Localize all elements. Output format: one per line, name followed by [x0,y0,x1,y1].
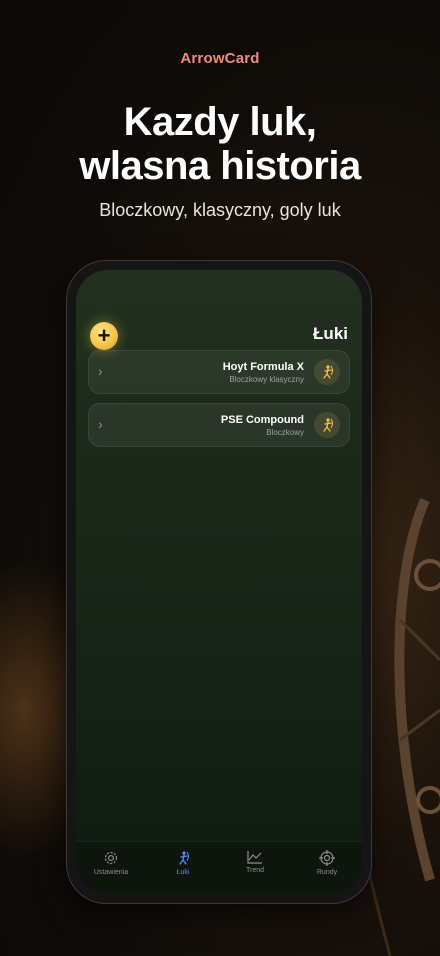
bow-list-item[interactable]: › PSE Compound Bloczkowy [88,403,350,447]
tab-trend[interactable]: Trend [225,850,285,874]
tab-luki[interactable]: Łuki [153,850,213,876]
bow-list-item[interactable]: › Hoyt Formula X Bloczkowy klasyczny [88,350,350,394]
tab-label: Ustawienia [93,869,129,876]
headline-line-2: wlasna historia [79,144,361,188]
phone-screen: + Łuki › Hoyt Formula X Bloczkowy klasyc… [76,270,362,894]
bow-type: Bloczkowy [266,428,304,437]
phone-frame: + Łuki › Hoyt Formula X Bloczkowy klasyc… [66,260,372,904]
screen-title: Łuki [313,324,348,343]
archer-icon [314,359,340,385]
target-icon [319,850,335,866]
archer-icon [179,851,189,865]
tab-bar: Ustawienia Łuki Trend Rundy [76,841,362,894]
add-bow-button[interactable]: + [90,322,118,350]
plus-icon: + [97,323,111,348]
chart-icon [247,851,262,864]
bow-name: PSE Compound [220,414,304,426]
tab-ustawienia[interactable]: Ustawienia [81,850,141,876]
gear-icon [104,851,118,865]
tab-label: Rundy [316,869,338,876]
chevron-right-icon: › [98,416,103,432]
archer-icon [314,412,340,438]
brand-name: ArrowCard [180,50,260,67]
bow-name: Hoyt Formula X [222,361,304,373]
bow-type: Bloczkowy klasyczny [229,375,304,384]
headline: Kazdy luk, wlasna historia [0,100,440,188]
tab-label: Trend [245,867,265,874]
subheadline: Bloczkowy, klasyczny, goly luk [99,200,341,220]
tab-rundy[interactable]: Rundy [297,850,357,876]
tab-label: Łuki [176,869,190,876]
headline-line-1: Kazdy luk, [123,100,317,144]
chevron-right-icon: › [98,363,103,379]
